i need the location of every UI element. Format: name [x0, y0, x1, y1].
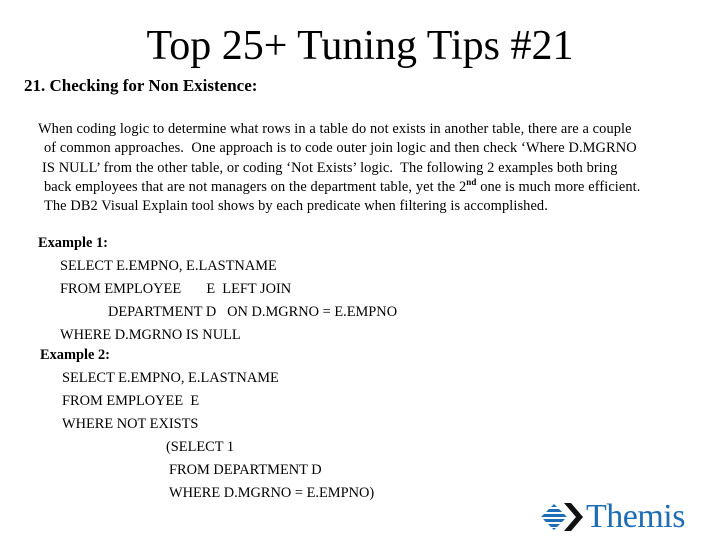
slide-title: Top 25+ Tuning Tips #21 — [146, 23, 574, 69]
themis-logo: Themis — [540, 498, 685, 536]
code-line: WHERE D.MGRNO = E.EMPNO) — [169, 485, 375, 501]
description-paragraph: When coding logic to determine what rows… — [38, 120, 718, 216]
code-line: FROM DEPARTMENT D — [169, 462, 322, 478]
code-line: SELECT E.EMPNO, E.LASTNAME — [60, 258, 277, 274]
paragraph-line: IS NULL’ from the other table, or coding… — [42, 159, 618, 176]
code-line: WHERE NOT EXISTS — [62, 416, 199, 432]
paragraph-line: of common approaches. One approach is to… — [44, 140, 637, 157]
paragraph-text: one is much more efficient. — [476, 178, 641, 195]
paragraph-line: When coding logic to determine what rows… — [38, 121, 632, 137]
tip-heading: 21. Checking for Non Existence: — [24, 76, 258, 95]
example-2: Example 2: SELECT E.EMPNO, E.LASTNAME FR… — [40, 344, 374, 505]
code-line: FROM EMPLOYEE E — [62, 393, 200, 409]
example-1: Example 1: SELECT E.EMPNO, E.LASTNAME FR… — [38, 232, 397, 347]
example-2-heading: Example 2: — [40, 347, 110, 363]
code-line: FROM EMPLOYEE E LEFT JOIN — [60, 281, 292, 297]
themis-diamond-chevron-icon — [540, 501, 584, 533]
example-1-heading: Example 1: — [38, 235, 108, 251]
code-line: (SELECT 1 — [166, 439, 235, 455]
ordinal-suffix: nd — [466, 176, 477, 187]
paragraph-line: The DB2 Visual Explain tool shows by eac… — [44, 198, 548, 215]
paragraph-line: back employees that are not managers on … — [38, 176, 718, 197]
code-line: DEPARTMENT D ON D.MGRNO = E.EMPNO — [108, 304, 398, 320]
code-line: SELECT E.EMPNO, E.LASTNAME — [62, 370, 279, 386]
themis-wordmark: Themis — [586, 498, 685, 535]
paragraph-text: back employees that are not managers on … — [44, 178, 467, 195]
